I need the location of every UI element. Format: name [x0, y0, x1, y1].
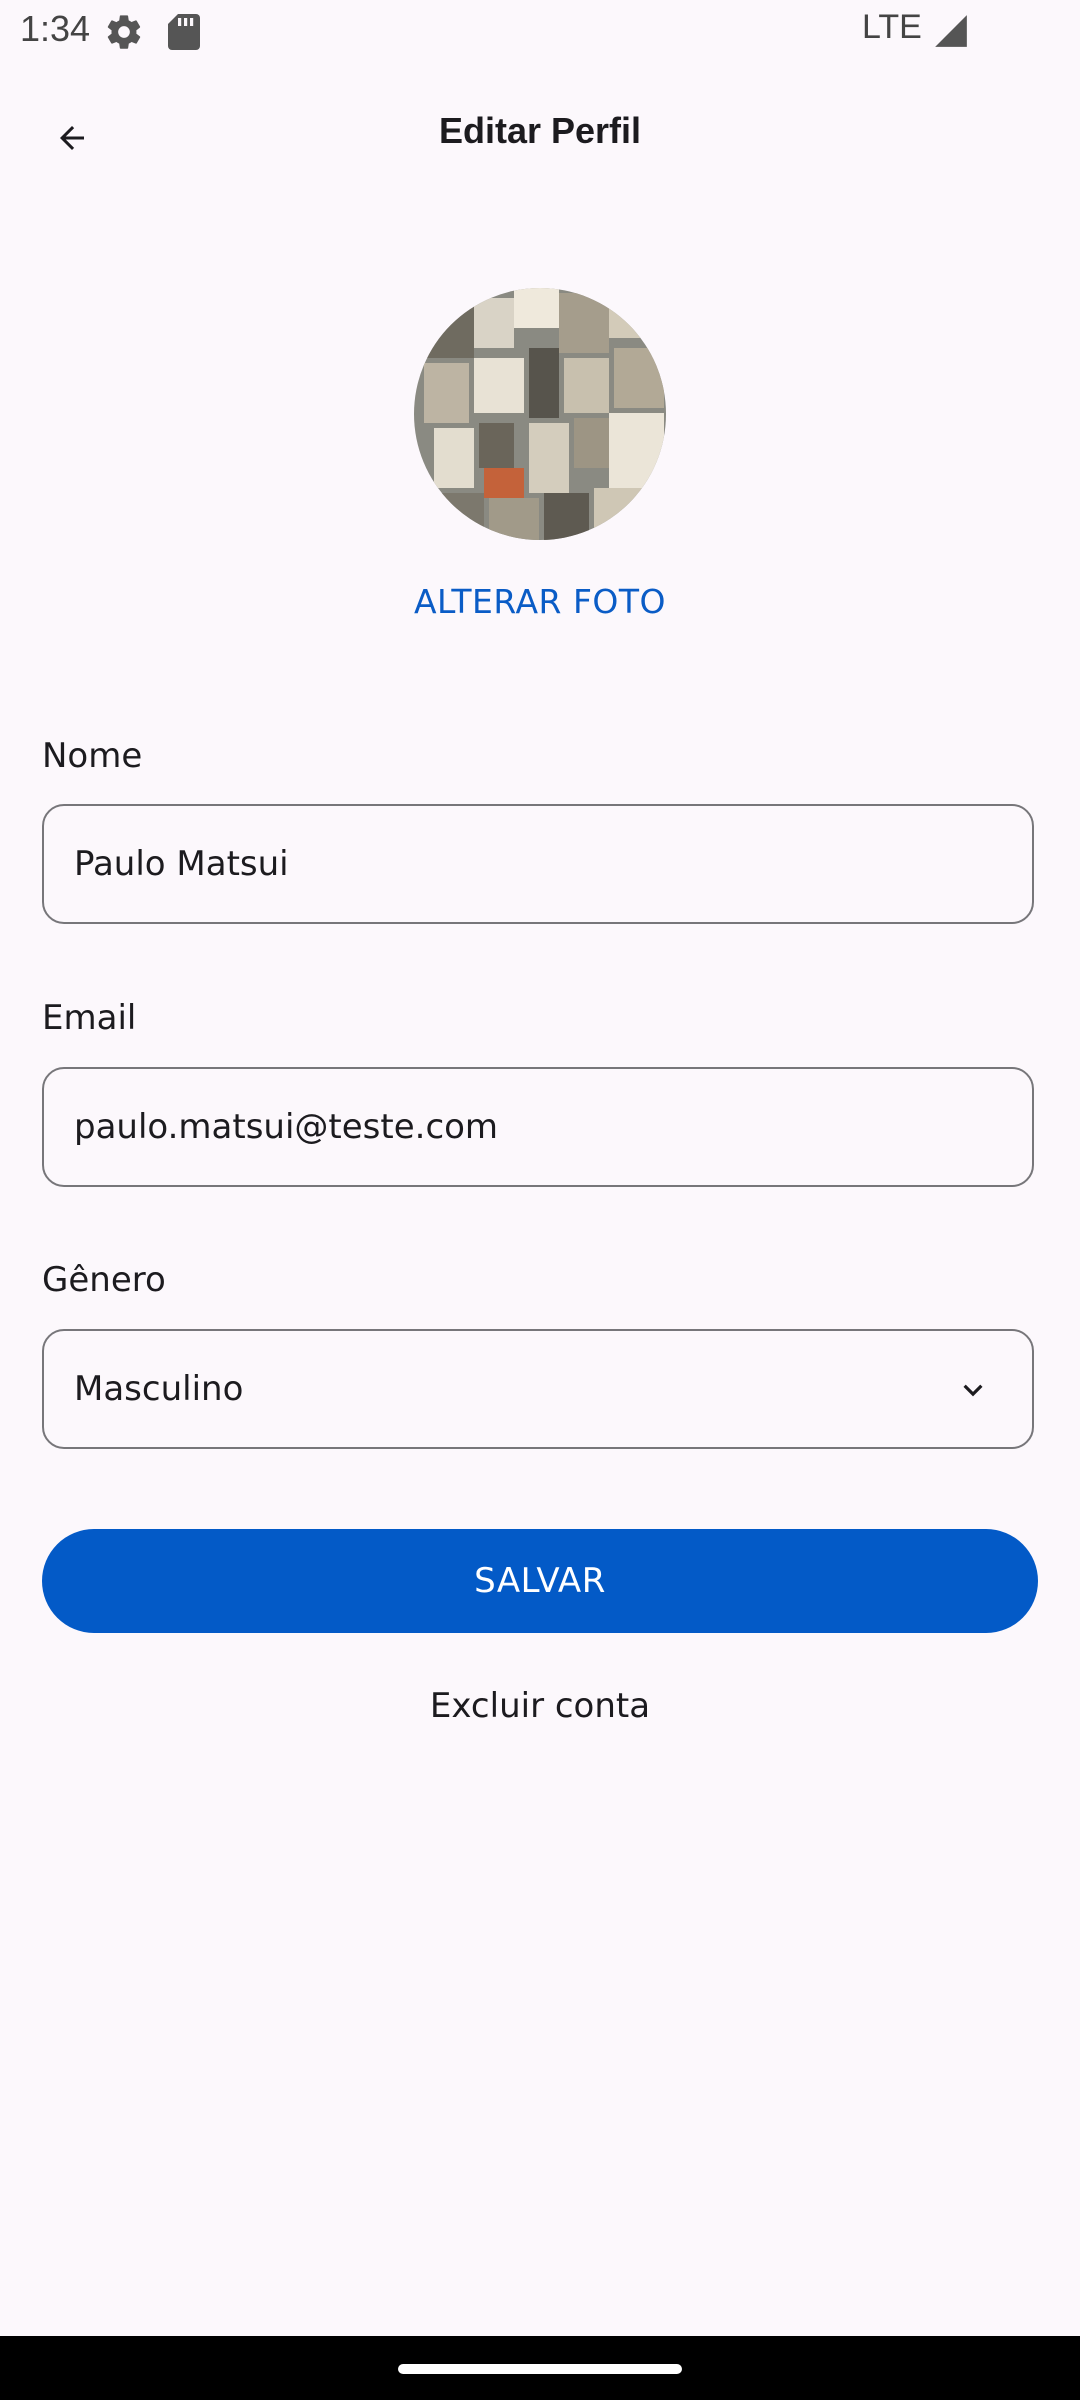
gender-selected-value: Masculino: [74, 1369, 244, 1409]
page-title: Editar Perfil: [438, 110, 642, 151]
navigation-bar: [0, 2336, 1080, 2400]
sd-card-icon: [168, 14, 200, 50]
gender-label: Gênero: [42, 1260, 166, 1300]
email-field[interactable]: [74, 1069, 1002, 1185]
settings-gear-icon: [107, 15, 141, 49]
email-field-container: [42, 1067, 1034, 1187]
home-indicator[interactable]: [398, 2364, 682, 2374]
save-button[interactable]: SALVAR: [42, 1529, 1038, 1633]
top-app-bar: Editar Perfil: [0, 96, 1080, 180]
profile-photo: [414, 288, 666, 540]
status-time: 1:34: [20, 8, 91, 49]
network-type: LTE: [862, 8, 922, 46]
signal-icon: [935, 15, 967, 47]
chevron-down-icon: [963, 1384, 983, 1397]
avatar: [414, 288, 666, 540]
name-field-container: [42, 804, 1034, 924]
status-bar: 1:34 LTE: [0, 0, 1080, 64]
email-label: Email: [42, 998, 137, 1038]
gender-select[interactable]: Masculino: [42, 1329, 1034, 1449]
name-field[interactable]: [74, 806, 1002, 922]
delete-account-button[interactable]: Excluir conta: [0, 1686, 1080, 1726]
name-label: Nome: [42, 736, 143, 776]
change-photo-button[interactable]: ALTERAR FOTO: [0, 582, 1080, 621]
